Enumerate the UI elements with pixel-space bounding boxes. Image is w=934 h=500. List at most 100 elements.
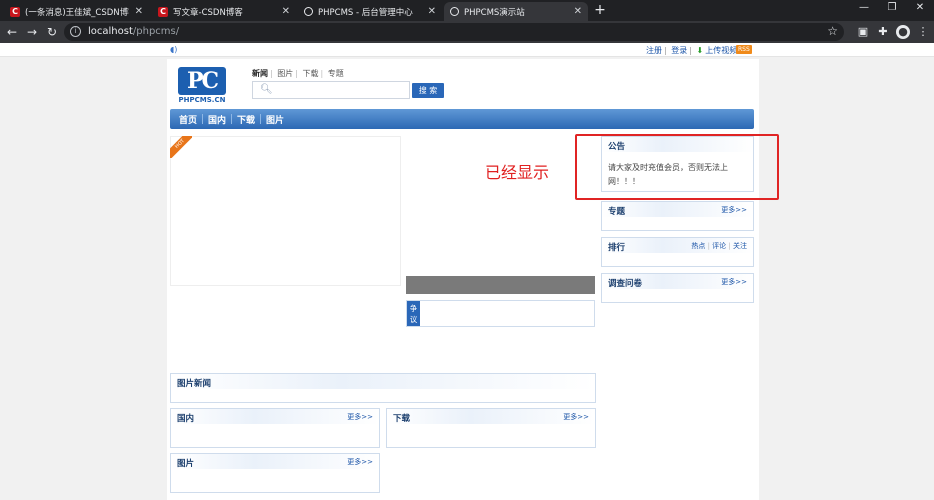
logo-name: PHPCMS.CN: [178, 96, 226, 104]
survey-panel: 调查问卷 更多>>: [601, 273, 754, 303]
site-logo[interactable]: PC PHPCMS.CN: [178, 67, 226, 105]
annotation-text: 已经显示: [485, 163, 550, 182]
minimize-icon[interactable]: —: [854, 2, 874, 13]
forward-icon[interactable]: →: [24, 24, 40, 40]
separator: |: [728, 242, 731, 250]
separator: |: [320, 69, 324, 78]
nav-divider: [260, 114, 261, 124]
upload-arrow-icon: ⬇: [696, 46, 704, 55]
close-icon[interactable]: ✕: [428, 6, 436, 17]
separator: |: [664, 46, 667, 55]
close-icon[interactable]: ✕: [135, 6, 143, 17]
extension-icon[interactable]: ▣: [856, 25, 870, 39]
speaker-icon: ◖): [170, 45, 178, 54]
separator: |: [707, 242, 710, 250]
csdn-icon: C: [10, 6, 20, 17]
rank-tab-comments[interactable]: 评论: [712, 242, 726, 250]
globe-icon: [450, 7, 459, 16]
top-links: 注册 | 登录 | ⬇ 上传视频: [646, 45, 739, 56]
nav-item-pictures[interactable]: 图片: [266, 113, 284, 126]
nav-item-download[interactable]: 下载: [237, 113, 255, 126]
main-container: PC PHPCMS.CN 新闻 | 图片 | 下载 | 专题 🔍︎ 搜 索 首页 国内…: [167, 59, 779, 500]
search-tabs: 新闻 | 图片 | 下载 | 专题: [252, 68, 346, 79]
browser-tab-active[interactable]: PHPCMS演示站 ✕: [444, 2, 588, 21]
domestic-title: 国内: [177, 414, 195, 424]
rank-tabs: 热点 | 评论 | 关注: [691, 241, 747, 251]
nav-item-domestic[interactable]: 国内: [208, 113, 226, 126]
url-host: localhost: [88, 26, 133, 37]
vote-label: 争议: [407, 301, 420, 326]
topic-panel: 专题 更多>>: [601, 201, 754, 231]
upload-video-link[interactable]: 上传视频: [705, 46, 737, 55]
picture-more-link[interactable]: 更多>>: [347, 457, 373, 467]
grey-banner: [406, 276, 595, 294]
search-tab-news[interactable]: 新闻: [252, 69, 268, 78]
search-tab-pictures[interactable]: 图片: [277, 69, 293, 78]
domestic-more-link[interactable]: 更多>>: [347, 412, 373, 422]
logo-mark: PC: [178, 67, 226, 95]
address-toolbar: ← → ↻ i localhost/phpcms/ ☆ ▣ ✚ ● ⋮: [0, 21, 934, 43]
vote-box: 争议: [406, 300, 595, 327]
globe-icon: [304, 7, 313, 16]
url-text: localhost/phpcms/: [88, 26, 179, 37]
tab-title: 写文章-CSDN博客: [173, 7, 243, 18]
reload-icon[interactable]: ↻: [44, 24, 60, 40]
rank-tab-follow[interactable]: 关注: [733, 242, 747, 250]
maximize-icon[interactable]: ❐: [882, 2, 902, 13]
browser-tab-bar: C (一条消息)王佳斌_CSDN博客- ✕ C 写文章-CSDN博客 ✕ PHP…: [0, 0, 934, 21]
topic-title: 专题: [608, 207, 626, 217]
download-title: 下载: [393, 414, 411, 424]
info-icon[interactable]: i: [70, 26, 81, 37]
slideshow-area[interactable]: [170, 136, 401, 286]
rss-badge[interactable]: RSS: [736, 45, 752, 54]
hot-badge: HOT: [170, 136, 192, 158]
search-box: 🔍︎: [252, 81, 410, 99]
csdn-icon: C: [158, 6, 168, 17]
survey-title: 调查问卷: [608, 279, 643, 289]
web-page: ◖) 注册 | 登录 | ⬇ 上传视频 RSS PC PHPCMS.CN 新闻 | 图片…: [0, 43, 934, 500]
puzzle-icon[interactable]: ✚: [876, 25, 890, 39]
search-icon: 🔍︎: [260, 84, 273, 95]
close-icon[interactable]: ✕: [574, 6, 582, 17]
nav-divider: [202, 114, 203, 124]
browser-tab[interactable]: PHPCMS - 后台管理中心 ✕: [298, 2, 442, 21]
picnews-panel: 图片新闻: [170, 373, 596, 403]
download-more-link[interactable]: 更多>>: [563, 412, 589, 422]
bookmark-star-icon[interactable]: ☆: [827, 24, 838, 38]
menu-dots-icon[interactable]: ⋮: [916, 25, 930, 39]
browser-tab[interactable]: C 写文章-CSDN博客 ✕: [152, 2, 296, 21]
hot-ribbon: HOT: [170, 136, 192, 158]
separator: |: [689, 46, 692, 55]
tab-title: PHPCMS - 后台管理中心: [318, 7, 413, 18]
new-tab-button[interactable]: +: [592, 2, 608, 19]
close-icon[interactable]: ✕: [282, 6, 290, 17]
download-panel: 下载 更多>>: [386, 408, 596, 448]
picture-panel: 图片 更多>>: [170, 453, 380, 493]
rank-tab-hot[interactable]: 热点: [691, 242, 705, 250]
nav-item-home[interactable]: 首页: [179, 113, 197, 126]
survey-more-link[interactable]: 更多>>: [721, 277, 747, 287]
domestic-panel: 国内 更多>>: [170, 408, 380, 448]
search-button[interactable]: 搜 索: [412, 83, 444, 98]
picnews-title: 图片新闻: [177, 379, 212, 389]
rank-title: 排行: [608, 243, 626, 253]
rank-panel: 排行 热点 | 评论 | 关注: [601, 237, 754, 267]
top-strip: ◖) 注册 | 登录 | ⬇ 上传视频 RSS: [0, 43, 934, 57]
close-window-icon[interactable]: ✕: [910, 2, 930, 13]
browser-tab[interactable]: C (一条消息)王佳斌_CSDN博客- ✕: [4, 2, 149, 21]
login-link[interactable]: 登录: [671, 46, 687, 55]
picture-title: 图片: [177, 459, 195, 469]
topic-more-link[interactable]: 更多>>: [721, 205, 747, 215]
search-input[interactable]: [275, 83, 405, 97]
tab-title: PHPCMS演示站: [464, 7, 525, 18]
tab-title: (一条消息)王佳斌_CSDN博客-: [25, 7, 129, 18]
address-bar[interactable]: i localhost/phpcms/ ☆: [64, 23, 844, 41]
back-icon[interactable]: ←: [4, 24, 20, 40]
search-tab-downloads[interactable]: 下载: [303, 69, 319, 78]
separator: |: [270, 69, 273, 78]
profile-icon[interactable]: ●: [896, 25, 910, 39]
search-tab-topics[interactable]: 专题: [328, 69, 344, 78]
main-nav: 首页 国内 下载 图片: [170, 109, 754, 129]
url-path: /phpcms/: [132, 26, 180, 37]
register-link[interactable]: 注册: [646, 46, 662, 55]
